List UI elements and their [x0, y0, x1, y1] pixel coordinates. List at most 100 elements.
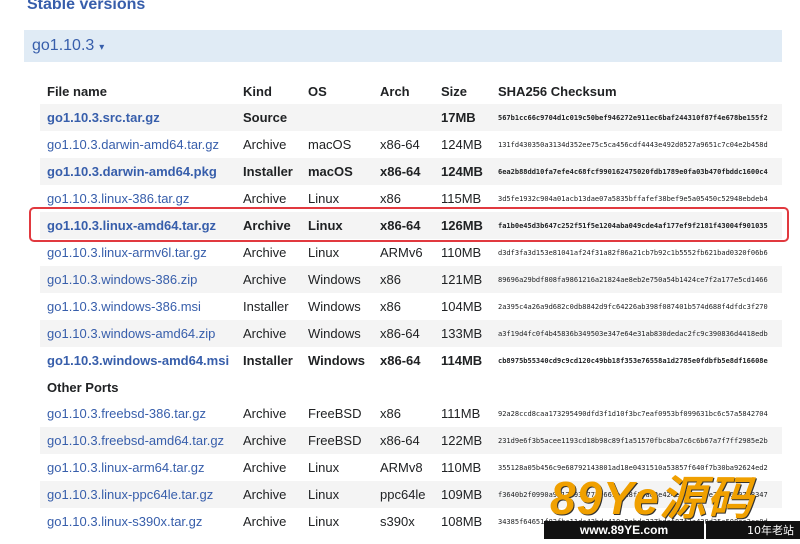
size-cell: 126MB	[434, 212, 491, 239]
sha256-cell: f3640b2f0990a9617c937775f669ee18f10a82e4…	[491, 481, 782, 508]
file-download-link[interactable]: go1.10.3.windows-amd64.msi	[47, 353, 229, 368]
file-name-cell: go1.10.3.freebsd-amd64.tar.gz	[40, 427, 236, 454]
file-download-link[interactable]: go1.10.3.darwin-amd64.pkg	[47, 164, 217, 179]
sha256-cell: fa1b0e45d3b647c252f51f5e1204aba049cde4af…	[491, 212, 782, 239]
kind-cell: Source	[236, 104, 301, 131]
kind-cell: Archive	[243, 245, 287, 260]
kind-cell: Archive	[236, 320, 301, 347]
os-cell: FreeBSD	[308, 406, 362, 421]
sha256-cell: 567b1cc66c9704d1c019c50bef946272e911ec6b…	[491, 104, 782, 131]
os-cell: Windows	[301, 266, 373, 293]
size-cell: 121MB	[434, 266, 491, 293]
file-download-link[interactable]: go1.10.3.linux-armv6l.tar.gz	[47, 245, 207, 260]
arch-cell: x86-64	[380, 353, 421, 368]
size-cell: 115MB	[441, 191, 482, 206]
table-row: go1.10.3.linux-amd64.tar.gz Archive Linux x…	[40, 212, 782, 239]
arch-cell: x86-64	[373, 212, 434, 239]
kind-cell: Archive	[236, 266, 301, 293]
release-toggle[interactable]: go1.10.3 ▾	[24, 30, 782, 62]
arch-cell: x86-64	[373, 427, 434, 454]
arch-cell: s390x	[380, 514, 415, 529]
file-name-cell: go1.10.3.windows-amd64.zip	[40, 320, 236, 347]
arch-cell: x86	[380, 299, 401, 314]
other-ports-row: Other Ports	[40, 374, 782, 400]
arch-cell: x86-64	[373, 158, 434, 185]
file-download-link[interactable]: go1.10.3.linux-arm64.tar.gz	[47, 460, 205, 475]
sha256-cell: d3df3fa3d153e81041af24f31a82f86a21cb7b92…	[498, 248, 768, 257]
table-row: go1.10.3.linux-armv6l.tar.gz Archive Linux…	[40, 239, 782, 266]
file-download-link[interactable]: go1.10.3.src.tar.gz	[47, 110, 160, 125]
sha256-cell: 2a395c4a26a9d682c0db8842d9fc64226ab398f0…	[498, 302, 768, 311]
sha256-cell: cb8975b55340cd9c9cd120c49bb18f353e76558a…	[498, 356, 768, 365]
kind-cell: Archive	[236, 427, 301, 454]
os-cell: Windows	[308, 299, 361, 314]
size-cell: 114MB	[441, 353, 483, 368]
file-download-link[interactable]: go1.10.3.windows-amd64.zip	[47, 326, 215, 341]
arch-cell: x86	[373, 266, 434, 293]
sha256-cell: 34385f64651f82fbc11dc43bdc410c2abda237bd…	[498, 517, 768, 526]
kind-cell: Archive	[243, 460, 287, 475]
os-cell: Windows	[301, 320, 373, 347]
downloads-table: File name Kind OS Arch Size SHA256 Check…	[40, 78, 782, 535]
file-name-cell: go1.10.3.linux-s390x.tar.gz	[40, 508, 236, 535]
kind-cell: Archive	[236, 481, 301, 508]
arch-cell: x86-64	[380, 137, 420, 152]
sha256-cell: 355128a05b456c9e68792143801ad18e0431510a…	[498, 463, 768, 472]
sha256-cell: 6ea2b88dd10fa7efe4c68fcf990162475020fdb1…	[491, 158, 782, 185]
size-cell: 17MB	[434, 104, 491, 131]
column-header-sha256: SHA256 Checksum	[498, 83, 617, 99]
sha256-cell: 131fd430350a3134d352ee75c5ca456cdf4443e4…	[498, 140, 768, 149]
sha256-cell: a3f19d4fc0f4b45836b349503e347e64e31ab830…	[491, 320, 782, 347]
size-cell: 111MB	[441, 406, 481, 421]
file-name-cell: go1.10.3.linux-386.tar.gz	[40, 185, 236, 212]
column-header-file-name: File name	[47, 83, 107, 99]
file-download-link[interactable]: go1.10.3.windows-386.zip	[47, 272, 197, 287]
file-name-cell: go1.10.3.src.tar.gz	[40, 104, 236, 131]
sha256-cell: 3d5fe1932c904a01acb13dae07a5835bffafef38…	[498, 194, 768, 203]
arch-cell: ppc64le	[373, 481, 434, 508]
file-download-link[interactable]: go1.10.3.linux-s390x.tar.gz	[47, 514, 202, 529]
file-download-link[interactable]: go1.10.3.windows-386.msi	[47, 299, 201, 314]
table-row: go1.10.3.src.tar.gz Source 17MB 567b1cc66c9…	[40, 104, 782, 131]
table-row: go1.10.3.freebsd-386.tar.gz Archive FreeBS…	[40, 400, 782, 427]
kind-cell: Installer	[243, 353, 293, 368]
file-download-link[interactable]: go1.10.3.linux-amd64.tar.gz	[47, 218, 216, 233]
file-download-link[interactable]: go1.10.3.freebsd-386.tar.gz	[47, 406, 206, 421]
sha256-cell: 92a28ccd8caa173295490dfd3f1d10f3bc7eaf09…	[498, 409, 768, 418]
arch-cell	[373, 104, 434, 131]
arch-cell: ARMv6	[380, 245, 423, 260]
column-header-arch: Arch	[380, 83, 410, 99]
table-row: go1.10.3.windows-386.zip Archive Windows x8…	[40, 266, 782, 293]
file-download-link[interactable]: go1.10.3.linux-386.tar.gz	[47, 191, 189, 206]
size-cell: 110MB	[441, 245, 482, 260]
size-cell: 108MB	[441, 514, 483, 529]
table-row: go1.10.3.windows-amd64.zip Archive Windows…	[40, 320, 782, 347]
table-row: go1.10.3.darwin-amd64.tar.gz Archive macOS…	[40, 131, 782, 158]
size-cell: 124MB	[441, 137, 483, 152]
kind-cell: Archive	[236, 212, 301, 239]
file-name-cell: go1.10.3.windows-amd64.msi	[40, 347, 236, 374]
arch-cell: x86	[380, 406, 401, 421]
os-cell: Linux	[308, 460, 340, 475]
arch-cell: ARMv8	[380, 460, 423, 475]
file-download-link[interactable]: go1.10.3.darwin-amd64.tar.gz	[47, 137, 219, 152]
file-name-cell: go1.10.3.linux-armv6l.tar.gz	[40, 239, 236, 266]
size-cell: 110MB	[441, 460, 482, 475]
size-cell: 104MB	[441, 299, 483, 314]
size-cell: 109MB	[434, 481, 491, 508]
size-cell: 124MB	[434, 158, 491, 185]
kind-cell: Installer	[243, 299, 289, 314]
file-download-link[interactable]: go1.10.3.linux-ppc64le.tar.gz	[47, 487, 213, 502]
file-name-cell: go1.10.3.linux-amd64.tar.gz	[40, 212, 236, 239]
file-name-cell: go1.10.3.darwin-amd64.pkg	[40, 158, 236, 185]
file-name-cell: go1.10.3.darwin-amd64.tar.gz	[40, 131, 236, 158]
table-header-row: File name Kind OS Arch Size SHA256 Check…	[40, 78, 782, 104]
table-row: go1.10.3.linux-386.tar.gz Archive Linux x86…	[40, 185, 782, 212]
size-cell: 122MB	[434, 427, 491, 454]
file-download-link[interactable]: go1.10.3.freebsd-amd64.tar.gz	[47, 433, 224, 448]
caret-down-icon: ▾	[99, 41, 105, 53]
table-row: go1.10.3.linux-ppc64le.tar.gz Archive Linu…	[40, 481, 782, 508]
file-rows: go1.10.3.src.tar.gz Source 17MB 567b1cc66c9…	[40, 104, 782, 535]
sha256-cell: 89696a29bdf808fa9861216a21824ae8eb2e750a…	[491, 266, 782, 293]
table-row: go1.10.3.windows-386.msi Installer Windows…	[40, 293, 782, 320]
